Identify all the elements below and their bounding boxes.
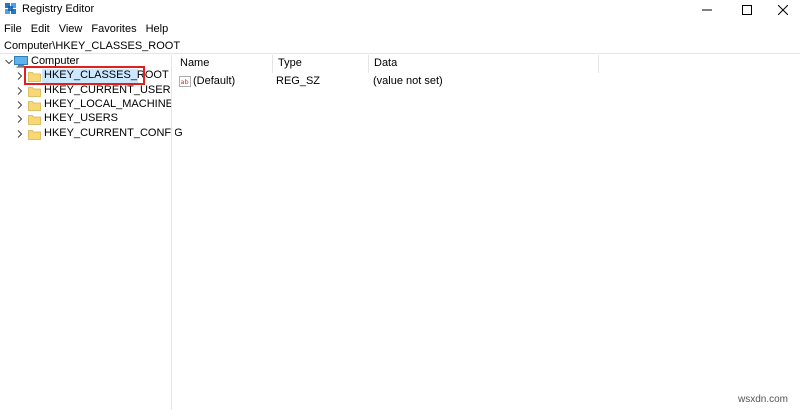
tree-item-hkey-users[interactable]: HKEY_USERS (0, 112, 170, 126)
tree-label-hkey-local-machine: HKEY_LOCAL_MACHINE (44, 98, 173, 110)
maximize-button[interactable] (730, 0, 764, 20)
tree-label-hkey-current-user: HKEY_CURRENT_USER (44, 84, 171, 96)
folder-icon (28, 130, 41, 140)
address-bar[interactable]: Computer\HKEY_CLASSES_ROOT (0, 38, 800, 54)
menu-favorites[interactable]: Favorites (87, 21, 141, 38)
tree-label-hkey-current-config: HKEY_CURRENT_CONFIG (44, 127, 183, 139)
title-bar: Registry Editor (0, 0, 800, 20)
chevron-down-icon[interactable] (4, 57, 14, 67)
string-value-icon: ab (179, 76, 191, 87)
tree-label-hkey-users: HKEY_USERS (44, 112, 118, 124)
menu-file[interactable]: File (0, 21, 27, 38)
tree-item-hkey-current-user[interactable]: HKEY_CURRENT_USER (0, 84, 171, 98)
minimize-button[interactable] (690, 0, 724, 20)
chevron-right-icon[interactable] (15, 100, 25, 110)
tree-item-hkey-current-config[interactable]: HKEY_CURRENT_CONFIG (0, 127, 183, 141)
chevron-right-icon[interactable] (15, 86, 25, 96)
address-path[interactable]: Computer\HKEY_CLASSES_ROOT (4, 40, 180, 52)
menu-bar: File Edit View Favorites Help (0, 21, 173, 38)
folder-icon (28, 87, 41, 97)
column-header-name[interactable]: Name (175, 55, 273, 73)
column-header-data[interactable]: Data (369, 55, 599, 73)
values-list: Name Type Data ab (Default) REG_SZ (valu… (175, 55, 800, 410)
tree-item-hkey-local-machine[interactable]: HKEY_LOCAL_MACHINE (0, 98, 173, 112)
registry-editor-icon (5, 3, 16, 14)
window-title: Registry Editor (22, 3, 95, 15)
svg-text:ab: ab (181, 78, 189, 86)
table-row[interactable]: ab (Default) REG_SZ (value not set) (175, 74, 599, 90)
close-icon (778, 5, 788, 15)
menu-edit[interactable]: Edit (27, 21, 55, 38)
close-button[interactable] (766, 0, 800, 20)
watermark-text: wsxdn.com (738, 394, 789, 405)
key-tree: Computer HKEY_CLASSES_ROOT HKEY_CURRENT_… (0, 55, 183, 410)
chevron-right-icon[interactable] (15, 114, 25, 124)
folder-icon (28, 101, 41, 111)
annotation-highlight-box (24, 66, 145, 85)
maximize-icon (742, 5, 752, 15)
minimize-icon (702, 9, 712, 11)
menu-view[interactable]: View (55, 21, 88, 38)
folder-icon (28, 115, 41, 125)
column-header-type[interactable]: Type (273, 55, 369, 73)
value-type: REG_SZ (276, 75, 321, 87)
menu-help[interactable]: Help (142, 21, 174, 38)
chevron-right-icon[interactable] (15, 129, 25, 139)
value-name: (Default) (193, 75, 236, 87)
value-data: (value not set) (373, 75, 443, 87)
